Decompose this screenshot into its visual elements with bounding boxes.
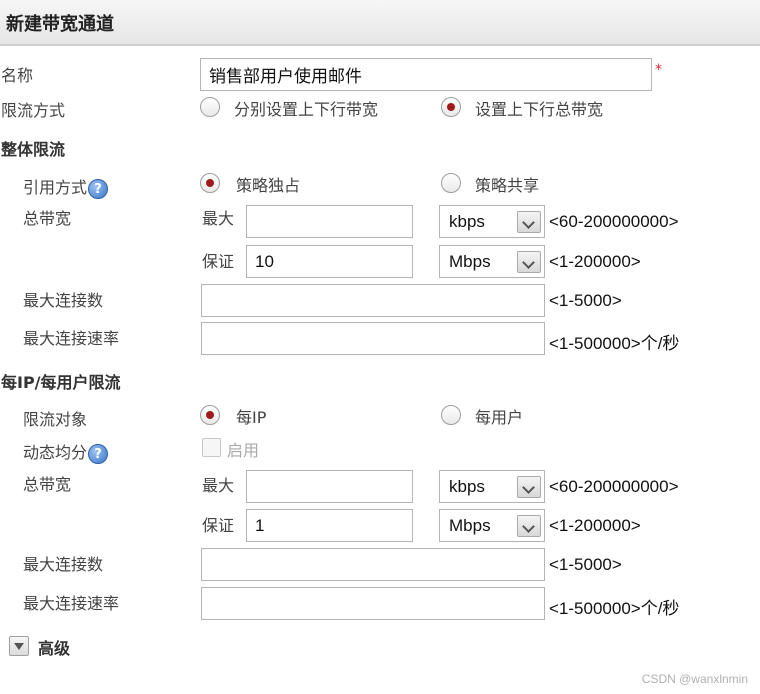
required-mark: * bbox=[655, 62, 662, 78]
radio-policy-shared[interactable] bbox=[441, 173, 461, 193]
overall-max-conn-rate-label: 最大连接速率 bbox=[23, 329, 120, 348]
overall-max-conn-label: 最大连接数 bbox=[23, 291, 104, 310]
overall-max-unit-select[interactable]: kbps bbox=[439, 205, 545, 238]
radio-per-ip[interactable] bbox=[200, 405, 220, 425]
radio-separate-bandwidth[interactable] bbox=[200, 97, 220, 117]
dialog-titlebar: 新建带宽通道 bbox=[0, 0, 760, 46]
chevron-down-icon[interactable] bbox=[517, 251, 541, 273]
overall-guarantee-input[interactable] bbox=[246, 245, 413, 278]
radio-policy-shared-label: 策略共享 bbox=[475, 176, 540, 195]
section-per-ip-title: 每IP/每用户限流 bbox=[1, 373, 121, 392]
target-label: 限流对象 bbox=[23, 410, 88, 429]
overall-max-label: 最大 bbox=[202, 209, 235, 228]
per-ip-guarantee-unit-select[interactable]: Mbps bbox=[439, 509, 545, 542]
ref-mode-label: 引用方式? bbox=[23, 174, 109, 199]
limit-mode-label: 限流方式 bbox=[1, 101, 66, 120]
dialog-title: 新建带宽通道 bbox=[6, 14, 114, 35]
advanced-toggle[interactable]: 高级 bbox=[38, 635, 70, 659]
per-ip-max-conn-rate-range: <1-500000>个/秒 bbox=[549, 599, 680, 618]
section-overall-title: 整体限流 bbox=[1, 140, 66, 159]
overall-max-input[interactable] bbox=[246, 205, 413, 238]
per-ip-max-range: <60-200000000> bbox=[549, 477, 679, 496]
radio-separate-bandwidth-label: 分别设置上下行带宽 bbox=[234, 100, 379, 119]
overall-guarantee-range: <1-200000> bbox=[549, 252, 641, 271]
radio-policy-exclusive[interactable] bbox=[200, 173, 220, 193]
chevron-down-icon[interactable] bbox=[517, 476, 541, 498]
per-ip-max-unit-select[interactable]: kbps bbox=[439, 470, 545, 503]
radio-per-ip-label: 每IP bbox=[236, 408, 267, 427]
watermark: CSDN @wanxlnmin bbox=[641, 672, 748, 686]
overall-guarantee-unit-select[interactable]: Mbps bbox=[439, 245, 545, 278]
per-ip-max-input[interactable] bbox=[246, 470, 413, 503]
triangle-down-icon[interactable] bbox=[9, 636, 29, 656]
radio-total-bandwidth[interactable] bbox=[441, 97, 461, 117]
per-ip-guarantee-input[interactable] bbox=[246, 509, 413, 542]
help-icon[interactable]: ? bbox=[88, 178, 109, 199]
per-ip-max-conn-input[interactable] bbox=[201, 548, 545, 581]
per-ip-bandwidth-label: 总带宽 bbox=[23, 475, 72, 494]
overall-bandwidth-label: 总带宽 bbox=[23, 209, 72, 228]
dynamic-enable-checkbox[interactable] bbox=[202, 438, 221, 457]
radio-policy-exclusive-label: 策略独占 bbox=[236, 176, 301, 195]
radio-per-user-label: 每用户 bbox=[475, 408, 524, 427]
per-ip-max-conn-range: <1-5000> bbox=[549, 555, 622, 574]
overall-max-conn-rate-input[interactable] bbox=[201, 322, 545, 355]
per-ip-max-conn-rate-label: 最大连接速率 bbox=[23, 594, 120, 613]
per-ip-max-label: 最大 bbox=[202, 476, 235, 495]
radio-per-user[interactable] bbox=[441, 405, 461, 425]
dynamic-label: 动态均分? bbox=[23, 439, 109, 464]
per-ip-guarantee-range: <1-200000> bbox=[549, 516, 641, 535]
overall-max-range: <60-200000000> bbox=[549, 212, 679, 231]
per-ip-max-conn-rate-input[interactable] bbox=[201, 587, 545, 620]
overall-max-conn-rate-range: <1-500000>个/秒 bbox=[549, 334, 680, 353]
per-ip-max-conn-label: 最大连接数 bbox=[23, 555, 104, 574]
overall-guarantee-label: 保证 bbox=[202, 252, 235, 271]
dynamic-enable-label: 启用 bbox=[227, 441, 260, 460]
chevron-down-icon[interactable] bbox=[517, 515, 541, 537]
per-ip-guarantee-label: 保证 bbox=[202, 516, 235, 535]
chevron-down-icon[interactable] bbox=[517, 211, 541, 233]
overall-max-conn-input[interactable] bbox=[201, 284, 545, 317]
name-input[interactable] bbox=[200, 58, 652, 91]
name-label: 名称 bbox=[1, 66, 34, 85]
help-icon[interactable]: ? bbox=[88, 443, 109, 464]
overall-max-conn-range: <1-5000> bbox=[549, 291, 622, 310]
radio-total-bandwidth-label: 设置上下行总带宽 bbox=[475, 100, 604, 119]
